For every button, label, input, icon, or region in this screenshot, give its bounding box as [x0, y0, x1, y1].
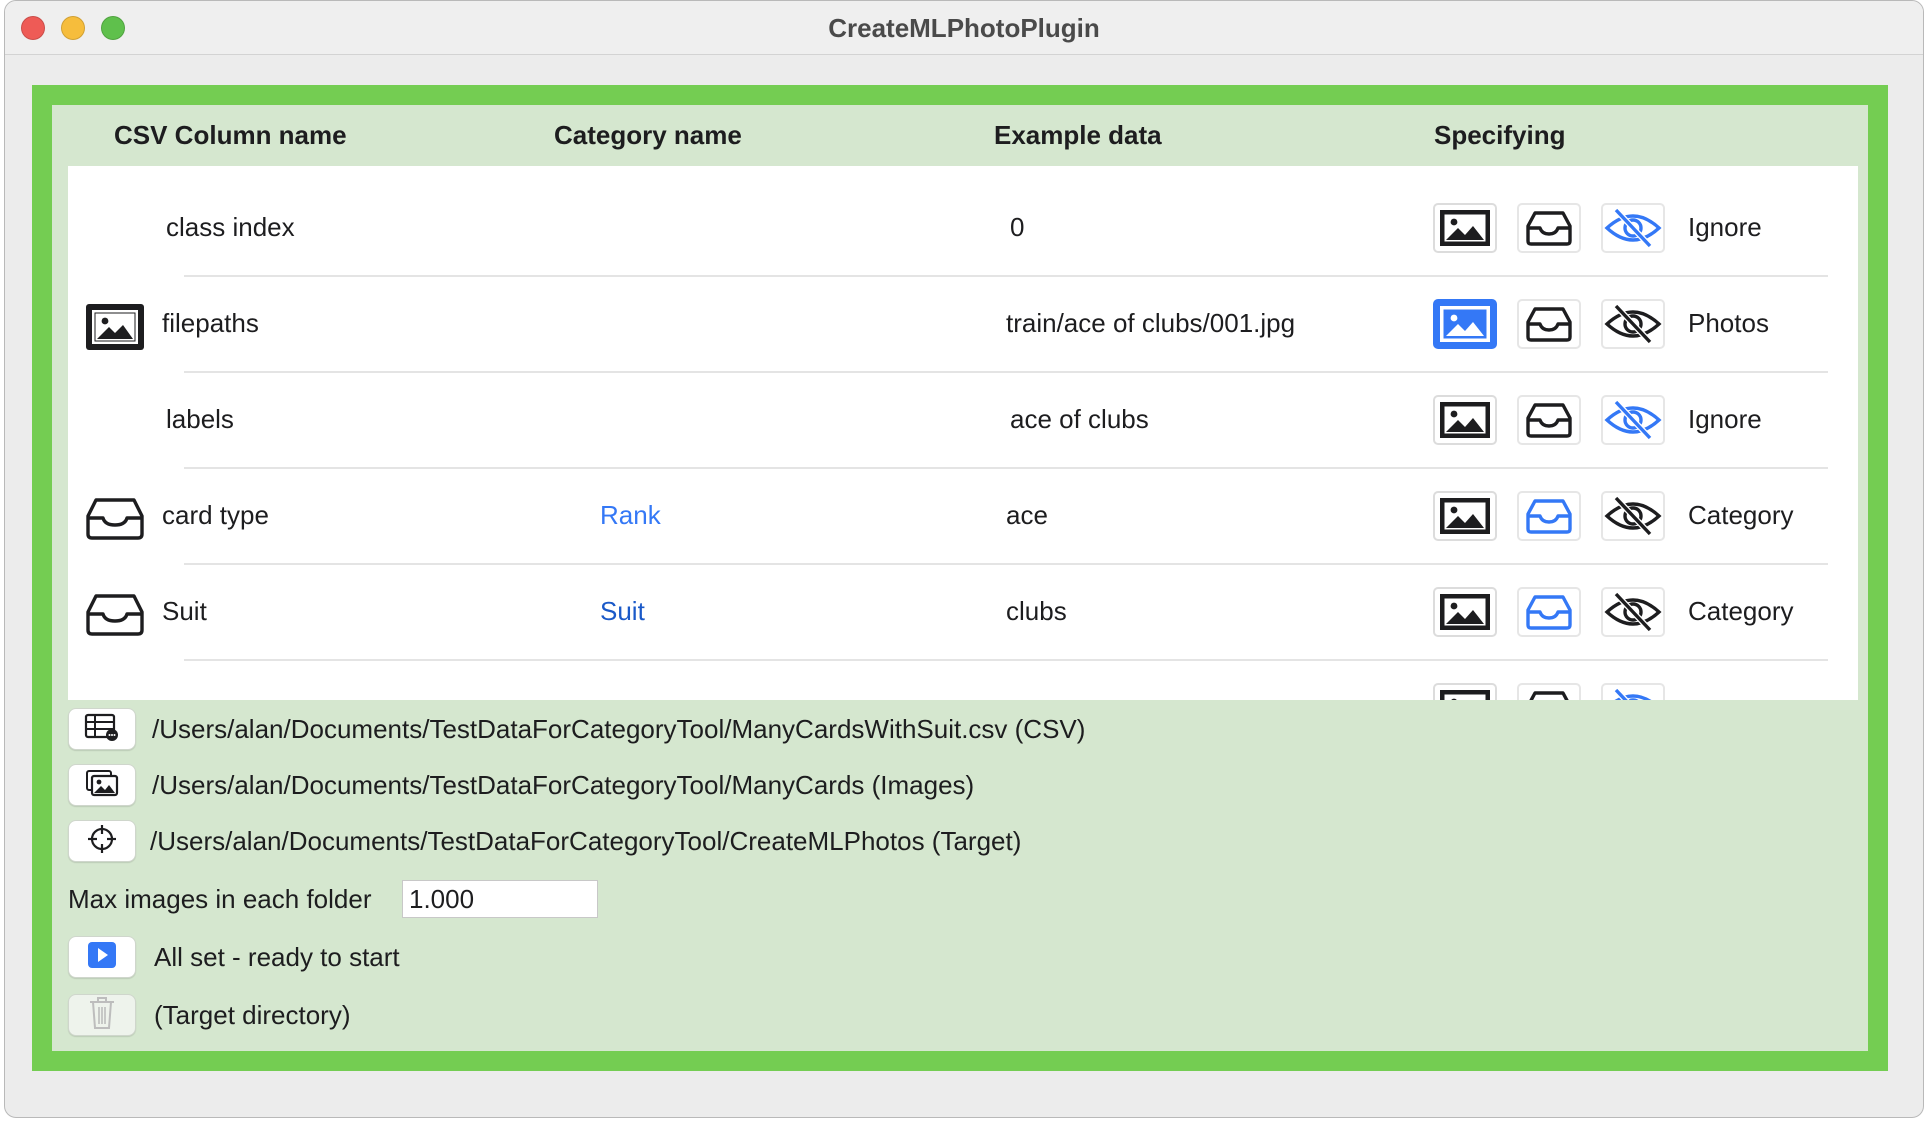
target-folder-path: /Users/alan/Documents/TestDataForCategor…: [150, 826, 1022, 856]
csv-column-name: card type: [162, 500, 269, 530]
specifying-label: Category: [1688, 500, 1794, 530]
category-toggle-button[interactable]: [1516, 586, 1582, 638]
category-name-field[interactable]: Rank: [600, 500, 661, 531]
specifying-label: Ignore: [1688, 404, 1762, 434]
images-folder-path: /Users/alan/Documents/TestDataForCategor…: [152, 770, 975, 800]
specifying-label: Photos: [1688, 308, 1769, 338]
photo-toggle-button[interactable]: [1432, 394, 1498, 446]
title-bar: CreateMLPhotoPlugin: [5, 1, 1923, 55]
choose-target-button[interactable]: [68, 820, 136, 862]
eye-slash-icon: [1600, 203, 1666, 258]
photo-toggle-button[interactable]: [1432, 490, 1498, 542]
category-toggle-button[interactable]: [1516, 682, 1582, 700]
table-row[interactable]: [68, 660, 1858, 700]
ignore-toggle-button[interactable]: [1600, 298, 1666, 350]
header-category: Category name: [554, 120, 742, 150]
category-name-field[interactable]: Suit: [600, 596, 645, 627]
photo-icon: [1432, 299, 1498, 354]
specifying-label: Category: [1688, 596, 1794, 626]
photo-toggle-button[interactable]: [1432, 298, 1498, 350]
photo-toggle-button[interactable]: [1432, 586, 1498, 638]
example-data: 0: [1010, 212, 1025, 242]
eye-slash-icon: [1600, 395, 1666, 450]
start-button[interactable]: [68, 936, 136, 978]
header-csv-column: CSV Column name: [114, 120, 347, 150]
category-toggle-button[interactable]: [1516, 202, 1582, 254]
photos-icon: [85, 769, 119, 802]
choose-images-button[interactable]: [68, 764, 136, 806]
tray-icon: [84, 494, 146, 544]
tray-icon: [1516, 299, 1582, 354]
columns-table[interactable]: class index 0 Ignore filepaths train/ace of …: [68, 166, 1858, 700]
specifying-label: Ignore: [1688, 212, 1762, 242]
crosshair-icon: [86, 823, 118, 860]
category-toggle-button[interactable]: [1516, 490, 1582, 542]
delete-target-label: (Target directory): [154, 1000, 351, 1030]
example-data: ace: [1006, 500, 1048, 530]
csv-column-name: Suit: [162, 596, 207, 626]
csv-column-name: labels: [166, 404, 234, 434]
table-row[interactable]: Suit Suit clubs Category: [68, 564, 1858, 660]
delete-target-button[interactable]: [68, 994, 136, 1036]
start-status: All set - ready to start: [154, 942, 400, 972]
photo-icon: [1432, 395, 1498, 450]
table-row[interactable]: class index 0 Ignore: [68, 180, 1858, 276]
eye-slash-icon: [1600, 299, 1666, 354]
choose-csv-button[interactable]: [68, 708, 136, 750]
example-data: train/ace of clubs/001.jpg: [1006, 308, 1296, 338]
header-specifying: Specifying: [1434, 120, 1566, 150]
table-icon: [84, 713, 120, 746]
photo-icon: [1432, 587, 1498, 642]
tray-icon: [1516, 395, 1582, 450]
table-row[interactable]: card type Rank ace Category: [68, 468, 1858, 564]
photo-icon: [1432, 203, 1498, 258]
csv-column-name: class index: [166, 212, 295, 242]
max-images-input[interactable]: [402, 880, 598, 918]
photo-icon: [1432, 491, 1498, 546]
ignore-toggle-button[interactable]: [1600, 394, 1666, 446]
trash-icon: [87, 995, 117, 1036]
example-data: ace of clubs: [1010, 404, 1149, 434]
table-row[interactable]: labels ace of clubs Ignore: [68, 372, 1858, 468]
photo-icon: [84, 302, 146, 352]
photo-toggle-button[interactable]: [1432, 202, 1498, 254]
category-toggle-button[interactable]: [1516, 298, 1582, 350]
tray-icon: [1516, 203, 1582, 258]
ignore-toggle-button[interactable]: [1600, 490, 1666, 542]
eye-slash-icon: [1600, 587, 1666, 642]
max-images-label: Max images in each folder: [68, 884, 372, 914]
ignore-toggle-button[interactable]: [1600, 586, 1666, 638]
tray-icon: [1516, 491, 1582, 546]
play-icon: [87, 941, 117, 974]
ignore-toggle-button[interactable]: [1600, 682, 1666, 700]
category-toggle-button[interactable]: [1516, 394, 1582, 446]
example-data: clubs: [1006, 596, 1067, 626]
tray-icon: [1516, 587, 1582, 642]
photo-toggle-button[interactable]: [1432, 682, 1498, 700]
table-row[interactable]: filepaths train/ace of clubs/001.jpg Photo…: [68, 276, 1858, 372]
window-title: CreateMLPhotoPlugin: [828, 13, 1100, 43]
ignore-toggle-button[interactable]: [1600, 202, 1666, 254]
eye-slash-icon: [1600, 491, 1666, 546]
header-example: Example data: [994, 120, 1162, 150]
csv-file-path: /Users/alan/Documents/TestDataForCategor…: [152, 714, 1086, 744]
csv-column-name: filepaths: [162, 308, 259, 338]
tray-icon: [84, 590, 146, 640]
